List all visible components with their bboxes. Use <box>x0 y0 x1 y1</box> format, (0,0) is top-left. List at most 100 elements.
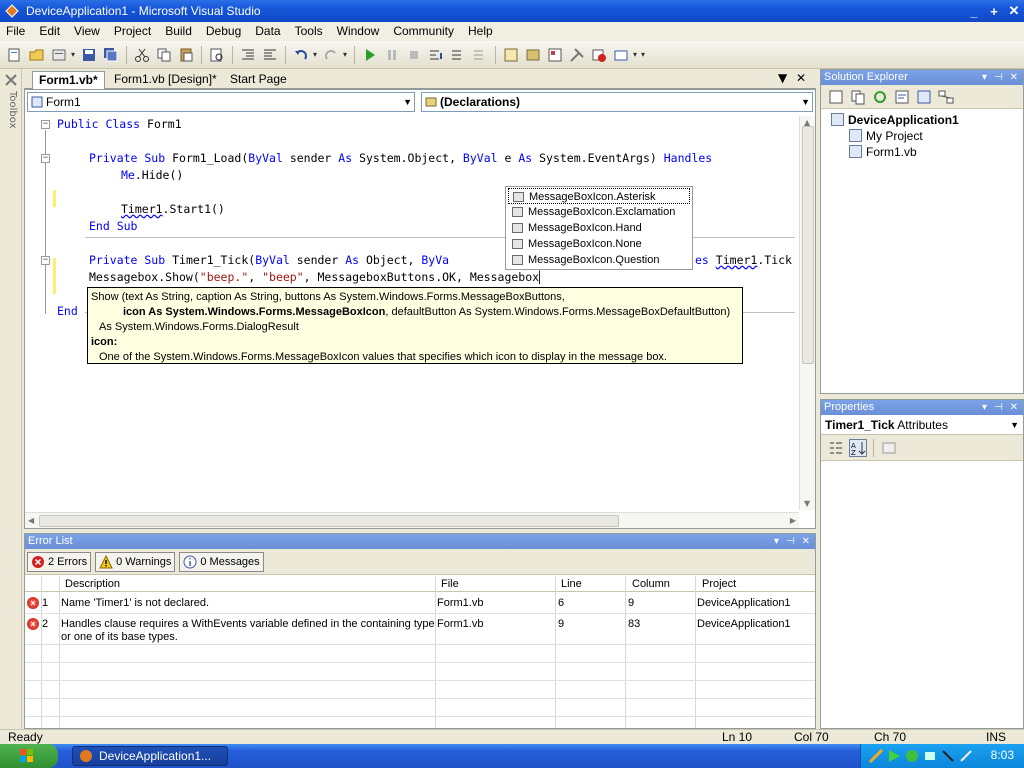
tree-item-my-project[interactable]: My Project <box>849 128 923 144</box>
redo-icon[interactable] <box>322 46 340 64</box>
tab-list-dropdown-icon[interactable]: ▼ <box>778 71 787 85</box>
chevron-down-icon[interactable]: ▾ <box>313 50 319 59</box>
scroll-left-icon[interactable]: ◀ <box>28 516 34 525</box>
method-name-combo[interactable]: (Declarations) ▼ <box>421 92 813 112</box>
refresh-icon[interactable] <box>871 88 889 106</box>
solution-explorer-icon[interactable] <box>502 46 520 64</box>
menu-window[interactable]: Window <box>331 22 388 41</box>
device-icon[interactable] <box>612 46 630 64</box>
cut-icon[interactable] <box>133 46 151 64</box>
step-out-icon[interactable] <box>471 46 489 64</box>
completion-item-none[interactable]: MessageBoxIcon.None <box>508 236 690 252</box>
auto-hide-pin-icon[interactable]: ⊣ <box>994 400 1003 415</box>
clock[interactable]: 8:03 <box>991 748 1014 762</box>
scroll-down-icon[interactable]: ▼ <box>804 499 810 508</box>
close-icon[interactable]: ✕ <box>1010 70 1018 85</box>
errors-filter-button[interactable]: 2 Errors <box>27 551 92 572</box>
messages-filter-button[interactable]: 0 Messages <box>179 551 264 572</box>
menu-help[interactable]: Help <box>462 22 501 41</box>
completion-item-exclamation[interactable]: MessageBoxIcon.Exclamation <box>508 204 690 220</box>
open-file-icon[interactable] <box>28 46 46 64</box>
class-diagram-icon[interactable] <box>937 88 955 106</box>
completion-item-hand[interactable]: MessageBoxIcon.Hand <box>508 220 690 236</box>
tab-form1-design[interactable]: Form1.vb [Design]* <box>108 71 223 89</box>
toolbox-label[interactable]: Toolbox <box>2 91 18 129</box>
save-all-icon[interactable] <box>102 46 120 64</box>
window-position-icon[interactable]: ▾ <box>982 70 987 85</box>
properties-window-icon[interactable] <box>524 46 542 64</box>
close-button[interactable]: ✕ <box>1004 2 1024 20</box>
scroll-thumb[interactable] <box>802 126 814 364</box>
tray-play-icon[interactable] <box>887 749 901 763</box>
error-list-icon[interactable] <box>590 46 608 64</box>
collapse-timer1-tick-icon[interactable]: − <box>41 256 50 265</box>
auto-hide-pin-icon[interactable]: ⊣ <box>786 534 795 549</box>
tray-device-icon[interactable] <box>941 749 955 763</box>
taskbar-item-visual-studio[interactable]: DeviceApplication1... <box>72 746 228 766</box>
categorized-icon[interactable] <box>827 439 845 457</box>
find-in-files-icon[interactable] <box>208 46 226 64</box>
menu-file[interactable]: File <box>0 22 33 41</box>
collapse-form1-load-icon[interactable]: − <box>41 154 50 163</box>
show-all-files-icon[interactable] <box>849 88 867 106</box>
property-pages-icon[interactable] <box>880 439 898 457</box>
collapse-class-icon[interactable]: − <box>41 120 50 129</box>
object-browser-icon[interactable] <box>546 46 564 64</box>
alphabetical-icon[interactable]: AZ <box>849 438 867 457</box>
scroll-thumb[interactable] <box>39 515 619 527</box>
tray-tools-icon[interactable] <box>959 749 973 763</box>
save-icon[interactable] <box>80 46 98 64</box>
horizontal-scrollbar[interactable]: ◀ ▶ <box>25 512 799 528</box>
pause-icon[interactable] <box>383 46 401 64</box>
view-code-icon[interactable] <box>893 88 911 106</box>
tree-item-form1[interactable]: Form1.vb <box>849 144 917 160</box>
chevron-down-icon[interactable]: ▼ <box>801 93 810 111</box>
tab-form1-vb[interactable]: Form1.vb* <box>32 71 105 89</box>
auto-hide-pin-icon[interactable]: ⊣ <box>994 70 1003 85</box>
tree-item-project[interactable]: DeviceApplication1 <box>831 112 959 128</box>
menu-edit[interactable]: Edit <box>33 22 68 41</box>
completion-item-asterisk[interactable]: MessageBoxIcon.Asterisk <box>508 188 690 204</box>
copy-icon[interactable] <box>155 46 173 64</box>
completion-item-question[interactable]: MessageBoxIcon.Question <box>508 252 690 268</box>
vertical-scrollbar[interactable]: ▲ ▼ <box>799 116 815 510</box>
menu-view[interactable]: View <box>68 22 108 41</box>
undo-icon[interactable] <box>292 46 310 64</box>
tray-sync-icon[interactable] <box>905 749 919 763</box>
toolbox-strip[interactable]: Toolbox <box>0 69 22 729</box>
minimize-button[interactable]: _ <box>964 2 984 20</box>
tray-app-icon[interactable] <box>869 749 883 763</box>
tab-start-page[interactable]: Start Page <box>224 71 293 89</box>
new-project-icon[interactable] <box>6 46 24 64</box>
add-item-icon[interactable] <box>50 46 68 64</box>
indent-icon[interactable] <box>239 46 257 64</box>
menu-project[interactable]: Project <box>108 22 159 41</box>
toolbar-overflow-icon[interactable]: ▾ <box>641 50 647 59</box>
window-position-icon[interactable]: ▾ <box>982 400 987 415</box>
chevron-down-icon[interactable]: ▾ <box>633 50 639 59</box>
properties-object-combo[interactable]: Timer1_Tick Attributes ▼ <box>821 415 1023 435</box>
stop-icon[interactable] <box>405 46 423 64</box>
column-description[interactable]: Description <box>65 577 120 591</box>
intellisense-list[interactable]: MessageBoxIcon.Asterisk MessageBoxIcon.E… <box>505 186 693 270</box>
menu-tools[interactable]: Tools <box>289 22 331 41</box>
close-document-icon[interactable]: ✕ <box>796 71 806 85</box>
close-icon[interactable]: ✕ <box>802 534 810 549</box>
start-debugging-icon[interactable] <box>361 46 379 64</box>
toolbox-icon[interactable] <box>568 46 586 64</box>
properties-icon[interactable] <box>827 88 845 106</box>
step-into-icon[interactable] <box>427 46 445 64</box>
column-file[interactable]: File <box>441 577 459 591</box>
close-icon[interactable]: ✕ <box>1010 400 1018 415</box>
chevron-down-icon[interactable]: ▼ <box>1010 415 1019 435</box>
maximize-button[interactable]: + <box>984 2 1004 20</box>
start-button[interactable] <box>0 744 58 768</box>
menu-debug[interactable]: Debug <box>200 22 249 41</box>
window-position-icon[interactable]: ▾ <box>774 534 779 549</box>
column-project[interactable]: Project <box>702 577 736 591</box>
chevron-down-icon[interactable]: ▾ <box>343 50 349 59</box>
step-over-icon[interactable] <box>449 46 467 64</box>
menu-community[interactable]: Community <box>387 22 462 41</box>
outdent-icon[interactable] <box>261 46 279 64</box>
column-line[interactable]: Line <box>561 577 582 591</box>
